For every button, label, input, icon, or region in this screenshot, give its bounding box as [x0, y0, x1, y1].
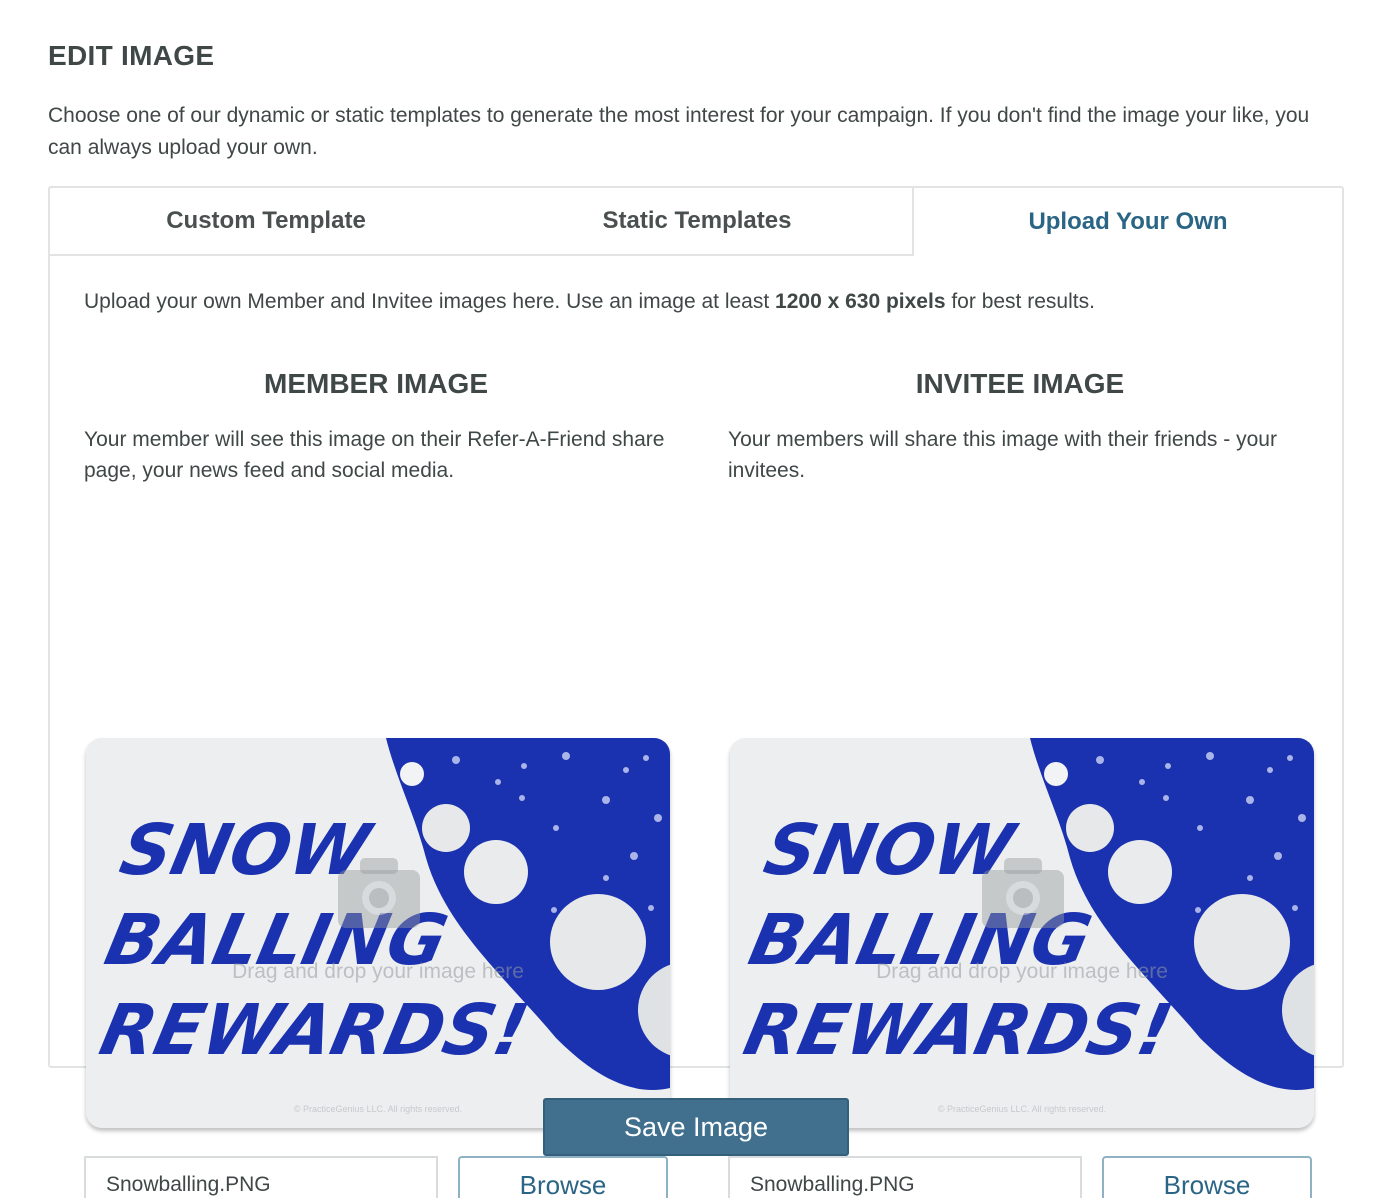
invitee-browse-button[interactable]: Browse [1102, 1156, 1312, 1198]
invitee-image-description: Your members will share this image with … [728, 428, 1277, 482]
member-image-section: MEMBER IMAGE Your member will see this i… [84, 368, 670, 1198]
invitee-image-title: INVITEE IMAGE [915, 368, 1125, 399]
tab-custom-template[interactable]: Custom Template [50, 188, 482, 256]
page-title: EDIT IMAGE [48, 40, 215, 71]
member-browse-button[interactable]: Browse [458, 1156, 668, 1198]
invitee-image-section: INVITEE IMAGE Your members will share th… [728, 368, 1314, 1198]
member-dropzone-text: Drag and drop your image here [232, 960, 524, 983]
intro-text: Choose one of our dynamic or static temp… [48, 104, 1310, 159]
member-dropzone-overlay: Drag and drop your image here © Practice… [86, 738, 670, 1128]
template-tabs: Custom Template Static Templates Upload … [50, 188, 1342, 256]
upload-note-size: 1200 x 630 pixels [775, 290, 946, 313]
member-image-title: MEMBER IMAGE [264, 368, 488, 399]
save-image-button[interactable]: Save Image [543, 1098, 849, 1156]
member-filename-field[interactable] [84, 1156, 438, 1198]
tab-static-templates[interactable]: Static Templates [482, 188, 912, 256]
tab-upload-your-own[interactable]: Upload Your Own [912, 188, 1342, 256]
upload-note-text: Upload your own Member and Invitee image… [84, 290, 776, 313]
invitee-dropzone-text: Drag and drop your image here [876, 960, 1168, 983]
invitee-image-dropzone[interactable]: SNOW BALLING REWARDS! Drag and drop your… [730, 738, 1314, 1128]
upload-note-suffix: for best results. [945, 290, 1095, 313]
camera-icon [338, 858, 420, 928]
invitee-dropzone-overlay: Drag and drop your image here © Practice… [730, 738, 1314, 1128]
camera-icon [982, 858, 1064, 928]
upload-note: Upload your own Member and Invitee image… [84, 290, 1095, 314]
edit-image-panel: Custom Template Static Templates Upload … [48, 186, 1344, 1198]
invitee-filename-field[interactable] [728, 1156, 1082, 1198]
member-image-description: Your member will see this image on their… [84, 428, 665, 482]
member-image-dropzone[interactable]: SNOW BALLING REWARDS! Drag and drop your… [86, 738, 670, 1128]
